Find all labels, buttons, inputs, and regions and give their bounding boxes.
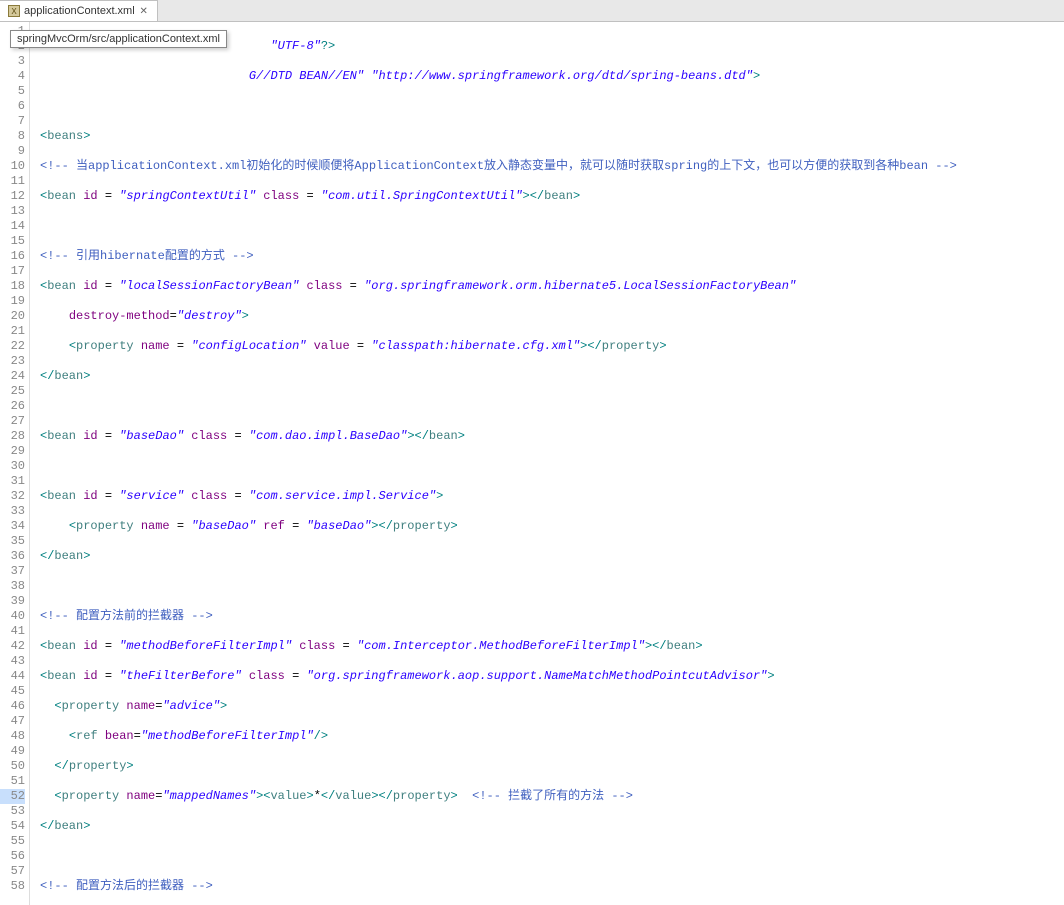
code-area[interactable]: "UTF-8"?> G//DTD BEAN//EN" "http://www.s… bbox=[30, 22, 1064, 905]
xml-file-icon: X bbox=[8, 5, 20, 17]
tab-label: applicationContext.xml bbox=[24, 5, 135, 17]
path-tooltip: springMvcOrm/src/applicationContext.xml bbox=[10, 30, 227, 48]
close-icon[interactable]: ✕ bbox=[139, 6, 149, 16]
code-editor[interactable]: 1 2 3 4 5 6 7 8 9 10 11 12 13 14 15 16 1… bbox=[0, 22, 1064, 905]
editor-tab-applicationcontext[interactable]: X applicationContext.xml ✕ bbox=[0, 0, 158, 21]
tab-bar: X applicationContext.xml ✕ bbox=[0, 0, 1064, 22]
line-gutter: 1 2 3 4 5 6 7 8 9 10 11 12 13 14 15 16 1… bbox=[0, 22, 30, 905]
